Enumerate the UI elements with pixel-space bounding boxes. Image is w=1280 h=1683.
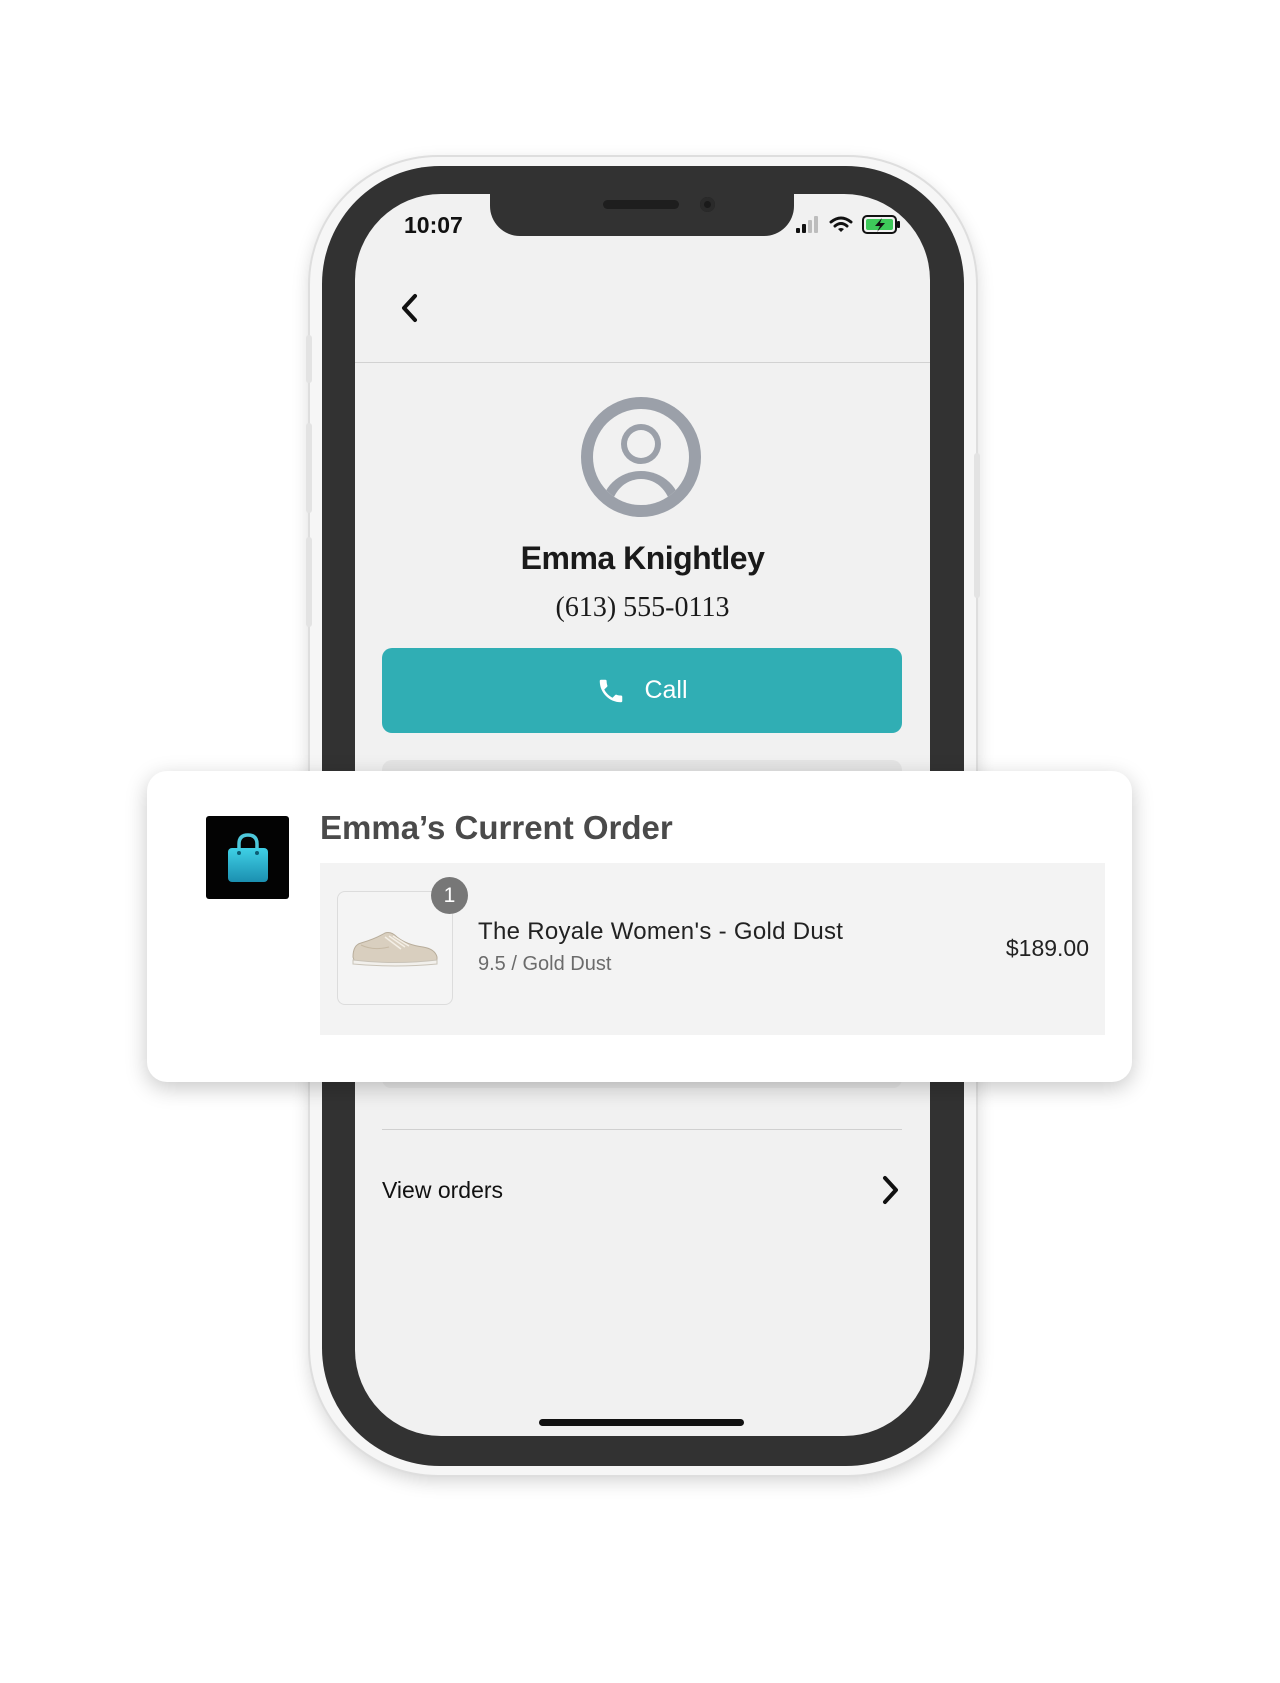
status-time: 10:07 (404, 212, 463, 238)
power-button (974, 453, 980, 598)
view-orders-row[interactable]: View orders (382, 1160, 902, 1220)
phone-icon (600, 679, 623, 702)
wifi-icon (829, 216, 853, 232)
chevron-right-icon (883, 1176, 898, 1204)
cellular-signal-icon (796, 216, 818, 233)
view-orders-label: View orders (382, 1176, 504, 1203)
product-title: The Royale Women's - Gold Dust (478, 918, 844, 945)
user-avatar-icon (581, 397, 701, 517)
shopping-bag-icon (227, 832, 268, 882)
chevron-left-icon (402, 294, 417, 322)
product-variant: 9.5 / Gold Dust (478, 953, 612, 975)
mute-switch (306, 335, 312, 383)
sneaker-image (352, 932, 438, 967)
contact-phone: (613) 555-0113 (555, 592, 730, 623)
contact-name: Emma Knightley (520, 540, 765, 576)
speaker-grille (603, 200, 679, 209)
back-button[interactable] (395, 290, 425, 326)
nav-divider (355, 362, 930, 363)
battery-charging-icon (862, 215, 900, 234)
store-logo (206, 816, 289, 899)
call-button-label: Call (644, 676, 688, 704)
avatar (581, 397, 701, 517)
volume-down-button (306, 537, 312, 627)
order-line-item[interactable]: 1 The Royale Women's - Gold Dust 9.5 / G… (320, 863, 1105, 1035)
order-title: Emma’s Current Order (320, 809, 673, 846)
status-icons (794, 212, 904, 238)
product-price: $189.00 (1005, 935, 1089, 961)
current-order-card: Emma’s Current Order 1 The Royale Women'… (147, 771, 1132, 1082)
volume-up-button (306, 423, 312, 513)
list-divider (382, 1129, 902, 1130)
home-indicator[interactable] (539, 1419, 744, 1426)
call-button[interactable]: Call (382, 648, 902, 733)
quantity-badge: 1 (431, 877, 468, 914)
front-camera (700, 197, 715, 212)
